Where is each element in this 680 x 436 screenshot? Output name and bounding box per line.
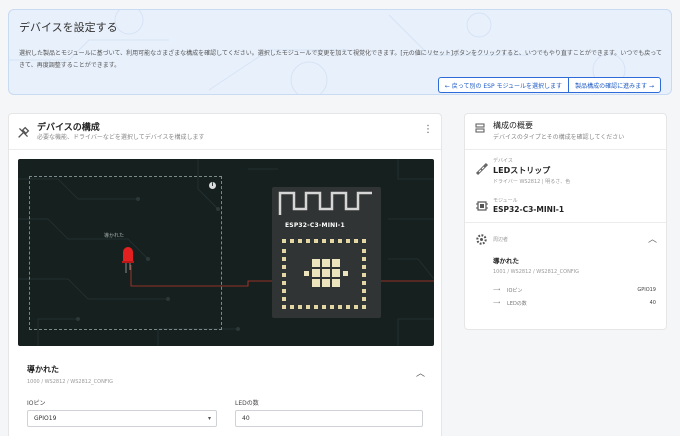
led-count-input[interactable]: 40 (235, 410, 423, 427)
accordion-title[interactable]: 導かれた (27, 364, 59, 375)
summary-subtitle: デバイスのタイプとその構成を確認してください (493, 134, 625, 141)
peripheral-accordion: 導かれた 1000 / WS2812 / WS2812_CONFIG ︿ IOピ… (27, 354, 427, 436)
gear-icon (476, 234, 487, 245)
chevron-down-icon: ▾ (207, 415, 211, 422)
info-icon[interactable]: i (209, 182, 216, 189)
chip-icon (476, 201, 488, 211)
intro-banner: デバイスを設定する 選択した製品とモジュールに基づいて、利用可能なさまざまな構成… (8, 9, 672, 95)
io-pin-summary-label: IOピン (507, 288, 523, 294)
chevron-up-icon[interactable]: ︿ (648, 232, 657, 245)
led-count-label: LEDの数 (235, 400, 259, 407)
banner-description: 選択した製品とモジュールに基づいて、利用可能なさまざまな構成を確認してください。… (19, 50, 662, 69)
module-value: ESP32-C3-MINI-1 (493, 205, 565, 214)
led-count-summary-label: LEDの数 (507, 301, 527, 307)
arrow-right-icon: ⟶ (493, 300, 501, 306)
proceed-review-button[interactable]: 製品構成の確認に進みます → (568, 77, 661, 93)
list-icon (475, 123, 485, 133)
summary-title: 構成の概要 (493, 121, 533, 130)
divider (465, 222, 666, 223)
chip-icon (282, 239, 366, 309)
antenna-icon (278, 191, 372, 215)
device-visualization: 導かれた i ESP32-C3-MINI-1 (18, 159, 434, 346)
device-driver: ドライバー WS2812 | 明るさ、色 (493, 179, 571, 185)
peripheral-label: 周辺者 (493, 237, 509, 243)
led-strip-icon (475, 162, 489, 176)
arrow-right-icon: ⟶ (493, 287, 501, 293)
led-icon (122, 247, 134, 273)
device-label: デバイス (493, 158, 513, 164)
peripheral-canvas-label: 導かれた (104, 233, 125, 239)
led-count-summary-value: 40 (649, 300, 656, 306)
config-summary-card: 構成の概要 デバイスのタイプとその構成を確認してください デバイス LEDストリ… (464, 113, 667, 330)
tools-icon (17, 126, 30, 142)
back-select-module-button[interactable]: ← 戻って別の ESP モジュールを選択します (437, 77, 569, 93)
more-vertical-icon[interactable]: ⋮ (423, 124, 433, 135)
peripheral-path: 1001 / WS2812 / WS2812_CONFIG (493, 269, 580, 275)
chevron-up-icon[interactable]: ︿ (416, 366, 425, 379)
esp-module: ESP32-C3-MINI-1 (272, 187, 381, 318)
io-pin-value: GPIO19 (34, 415, 57, 422)
io-pin-label: IOピン (27, 400, 46, 407)
io-pin-select[interactable]: GPIO19 ▾ (27, 410, 217, 427)
banner-title: デバイスを設定する (19, 21, 118, 34)
device-value: LEDストリップ (493, 166, 551, 175)
divider (9, 149, 441, 150)
module-name: ESP32-C3-MINI-1 (285, 222, 345, 229)
device-config-card: デバイスの構成 必要な機能、ドライバーなどを選択してデバイスを構成します ⋮ 導… (8, 113, 442, 436)
io-pin-summary-value: GPIO19 (637, 287, 656, 293)
banner-actions: ← 戻って別の ESP モジュールを選択します 製品構成の確認に進みます → (437, 77, 661, 93)
config-subtitle: 必要な機能、ドライバーなどを選択してデバイスを構成します (37, 134, 205, 141)
divider (465, 149, 666, 150)
accordion-path: 1000 / WS2812 / WS2812_CONFIG (27, 379, 114, 385)
peripheral-value: 導かれた (493, 257, 519, 265)
module-label: モジュール (493, 198, 518, 204)
